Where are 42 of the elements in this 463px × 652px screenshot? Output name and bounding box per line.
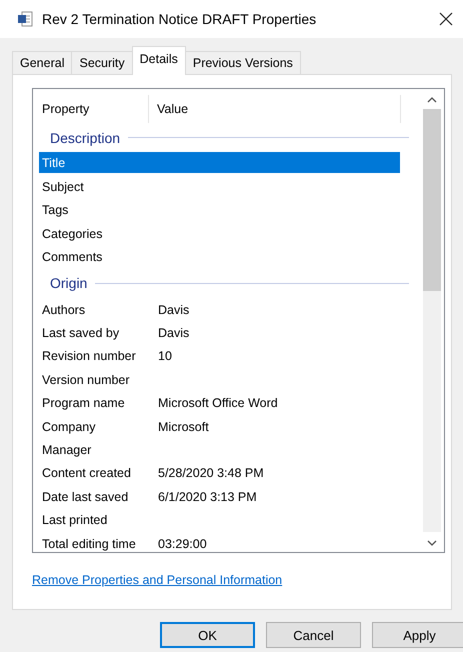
property-name: Date last saved <box>41 490 130 504</box>
property-value: 5/28/2020 3:48 PM <box>158 466 264 480</box>
property-name: Program name <box>41 396 126 410</box>
property-value: Davis <box>158 302 190 317</box>
dialog-button[interactable]: Apply <box>372 622 463 648</box>
property-name: Tags <box>41 203 70 218</box>
group-heading: Origin <box>50 275 88 292</box>
property-name: Title <box>41 156 66 170</box>
dialog-button[interactable]: Cancel <box>266 622 361 648</box>
column-header[interactable]: Value <box>157 102 188 116</box>
property-name: Manager <box>41 442 92 457</box>
scroll-down-icon[interactable] <box>427 540 437 546</box>
remove-properties-link[interactable]: Remove Properties and Personal Information <box>32 573 282 587</box>
ok-button[interactable]: OK <box>160 622 255 648</box>
property-value: 10 <box>158 349 172 364</box>
group-heading: Description <box>50 130 120 146</box>
property-name: Content created <box>41 466 132 480</box>
property-name: Last saved by <box>41 326 120 340</box>
property-value: Microsoft Office Word <box>158 396 278 410</box>
property-name: Subject <box>41 180 85 194</box>
window-title: Rev 2 Termination Notice DRAFT Properties <box>42 11 318 27</box>
property-value: Davis <box>158 326 190 340</box>
scroll-up-icon[interactable] <box>427 97 437 103</box>
property-name: Last printed <box>41 513 108 528</box>
property-name: Categories <box>41 226 104 241</box>
column-header[interactable]: Property <box>42 102 90 116</box>
property-name: Comments <box>41 250 104 264</box>
tab[interactable]: Previous Versions <box>184 51 301 74</box>
property-name: Company <box>41 420 96 434</box>
close-icon[interactable] <box>439 12 453 26</box>
property-name: Total editing time <box>41 536 137 551</box>
word-document-icon <box>17 11 33 27</box>
selected-row[interactable]: Title <box>39 152 400 173</box>
property-name: Revision number <box>41 349 137 364</box>
property-value: 6/1/2020 3:13 PM <box>158 490 257 504</box>
property-value: 03:29:00 <box>158 536 207 551</box>
scroll-thumb[interactable] <box>423 109 441 291</box>
tab[interactable]: General <box>12 51 72 74</box>
property-name: Version number <box>41 372 131 387</box>
property-value: Microsoft <box>158 420 209 434</box>
tab[interactable]: Details <box>132 46 186 75</box>
property-name: Authors <box>41 302 86 317</box>
